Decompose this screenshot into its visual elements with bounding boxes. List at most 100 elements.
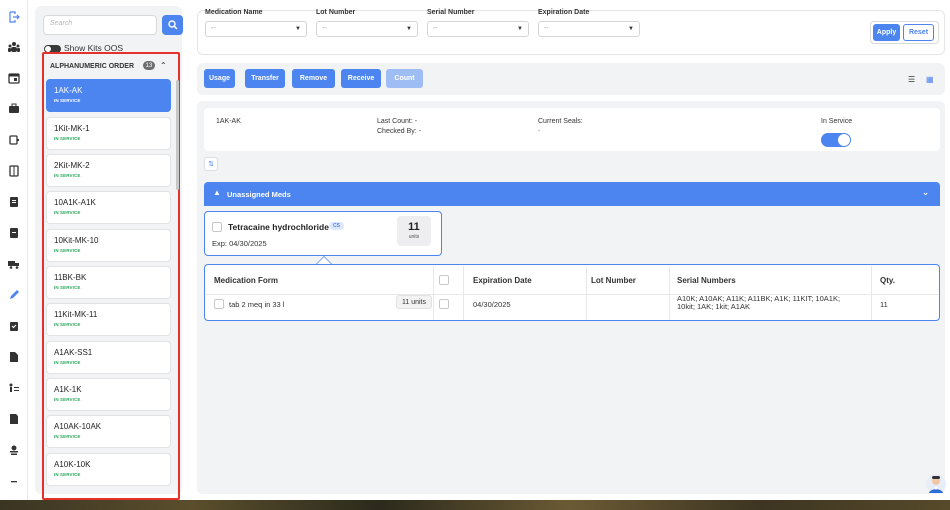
logout-icon[interactable] xyxy=(7,10,21,24)
column-divider xyxy=(871,266,872,320)
chevron-up-icon[interactable]: ⌃ xyxy=(160,61,167,70)
document-icon[interactable] xyxy=(7,226,21,240)
calendar-icon[interactable] xyxy=(7,71,21,85)
caret-down-icon: ▼ xyxy=(295,26,301,32)
list-icon[interactable] xyxy=(7,381,21,395)
kits-icon[interactable] xyxy=(7,102,21,116)
clipboard-icon[interactable] xyxy=(7,319,21,333)
storage-icon[interactable] xyxy=(7,164,21,178)
expiration-date-label: Expiration Date xyxy=(538,9,590,16)
kit-name: 1AK-AK xyxy=(54,86,83,95)
medication-name: Tetracaine hydrochloride xyxy=(228,222,329,232)
column-divider xyxy=(433,266,434,320)
kit-status: IN SERVICE xyxy=(54,248,81,253)
kit-name: 11BK-BK xyxy=(54,273,87,282)
kit-detail-name: 1AK-AK xyxy=(216,118,241,125)
kit-name: 10Kit-MK-10 xyxy=(54,236,99,245)
more-icon[interactable] xyxy=(7,474,21,488)
grid-view-icon[interactable]: ▦ xyxy=(926,75,934,84)
col-header-serials: Serial Numbers xyxy=(677,276,736,285)
column-divider xyxy=(669,266,670,320)
kit-name: 10A1K-A1K xyxy=(54,198,96,207)
avatar[interactable] xyxy=(926,474,946,494)
icon-rail xyxy=(0,0,28,500)
caret-down-icon: ▼ xyxy=(628,26,634,32)
kit-list-item[interactable]: 10A1K-A1K IN SERVICE xyxy=(46,191,171,224)
select-all-checkbox[interactable] xyxy=(439,275,449,285)
kit-list-item[interactable]: 11Kit-MK-11 IN SERVICE xyxy=(46,303,171,336)
device-icon[interactable] xyxy=(7,133,21,147)
kit-list-item[interactable]: A1AK-SS1 IN SERVICE xyxy=(46,341,171,374)
collapse-icon[interactable]: ⇅ xyxy=(204,157,218,171)
caret-down-icon: ▼ xyxy=(406,26,412,32)
truck-icon[interactable] xyxy=(7,257,21,271)
lot-number-select[interactable]: -- ▼ xyxy=(316,21,418,37)
column-divider xyxy=(586,266,587,320)
kit-list-item[interactable]: A10AK-10AK IN SERVICE xyxy=(46,415,171,448)
cell-form: tab 2 meq in 33 l xyxy=(229,300,285,309)
transfer-button[interactable]: Transfer xyxy=(245,69,285,88)
row-checkbox[interactable] xyxy=(214,299,224,309)
edit-icon[interactable] xyxy=(7,288,21,302)
users-icon[interactable] xyxy=(7,40,21,54)
kit-list-scrollbar[interactable] xyxy=(176,80,179,190)
count-button[interactable]: Count xyxy=(386,69,423,88)
col-header-form: Medication Form xyxy=(214,276,279,285)
kit-list-item[interactable]: 11BK-BK IN SERVICE xyxy=(46,266,171,299)
kit-list-item[interactable]: 1Kit-MK-1 IN SERVICE xyxy=(46,117,171,150)
usage-button[interactable]: Usage xyxy=(204,69,235,88)
col-header-qty: Qty. xyxy=(880,276,895,285)
serial-number-select[interactable]: -- ▼ xyxy=(427,21,529,37)
kit-list-item[interactable]: A10K-10K IN SERVICE xyxy=(46,453,171,486)
row-select-checkbox[interactable] xyxy=(439,299,449,309)
caret-down-icon: ▼ xyxy=(517,26,523,32)
avatar-icon xyxy=(929,476,943,493)
chevron-down-icon[interactable]: ⌄ xyxy=(922,188,929,197)
col-header-expiration: Expiration Date xyxy=(473,276,532,285)
kit-list-item[interactable]: 1AK-AK IN SERVICE xyxy=(46,79,171,112)
expiration-date-select[interactable]: -- ▼ xyxy=(538,21,640,37)
kit-status: IN SERVICE xyxy=(54,285,81,290)
in-service-label: In Service xyxy=(821,118,853,125)
cell-qty: 11 xyxy=(880,300,888,309)
sort-order-label[interactable]: ALPHANUMERIC ORDER xyxy=(50,63,134,70)
col-header-lot: Lot Number xyxy=(591,276,636,285)
unassigned-meds-header[interactable]: ▲ Unassigned Meds ⌄ xyxy=(204,182,940,206)
units-chip: 11 units xyxy=(396,295,432,309)
medication-name-select[interactable]: -- ▼ xyxy=(205,21,307,37)
apply-button[interactable]: Apply xyxy=(873,24,900,41)
reset-button[interactable]: Reset xyxy=(903,24,934,41)
current-seals-value: - xyxy=(538,128,541,135)
search-icon xyxy=(167,20,178,30)
receive-button[interactable]: Receive xyxy=(341,69,381,88)
medication-qty: 11 units xyxy=(397,216,431,246)
kit-name: 2Kit-MK-2 xyxy=(54,161,90,170)
medication-form-table: Medication Form Expiration Date Lot Numb… xyxy=(204,264,940,321)
search-button[interactable] xyxy=(162,15,183,35)
kit-name: 1Kit-MK-1 xyxy=(54,124,90,133)
remove-button[interactable]: Remove xyxy=(292,69,335,88)
qty-unit: units xyxy=(408,234,420,240)
file-icon[interactable] xyxy=(7,350,21,364)
ribbon-icon[interactable] xyxy=(7,443,21,457)
kit-list-item[interactable]: 2Kit-MK-2 IN SERVICE xyxy=(46,154,171,187)
unassigned-meds-title: Unassigned Meds xyxy=(227,190,291,199)
lot-number-value: -- xyxy=(322,25,327,32)
kit-list-item[interactable]: 10Kit-MK-10 IN SERVICE xyxy=(46,229,171,262)
medication-checkbox[interactable] xyxy=(212,222,222,232)
kit-list-item[interactable]: A1K-1K IN SERVICE xyxy=(46,378,171,411)
expiration-date-value: -- xyxy=(544,25,549,32)
medication-name-label: Medication Name xyxy=(205,9,263,16)
list-view-icon[interactable]: ☰ xyxy=(908,75,915,84)
kit-status: IN SERVICE xyxy=(54,136,81,141)
search-input[interactable]: Search xyxy=(43,15,157,35)
kit-status: IN SERVICE xyxy=(54,210,81,215)
receipt-icon[interactable] xyxy=(7,412,21,426)
in-service-toggle[interactable] xyxy=(821,133,851,147)
qty-value: 11 xyxy=(408,221,420,233)
report-icon[interactable] xyxy=(7,195,21,209)
kit-status: IN SERVICE xyxy=(54,397,81,402)
cell-serials: A10K; A10AK; A11K; A11BK; A1K; 11KIT; 10… xyxy=(677,295,840,311)
kit-name: A10AK-10AK xyxy=(54,422,102,431)
medication-expiry: Exp: 04/30/2025 xyxy=(212,239,267,248)
